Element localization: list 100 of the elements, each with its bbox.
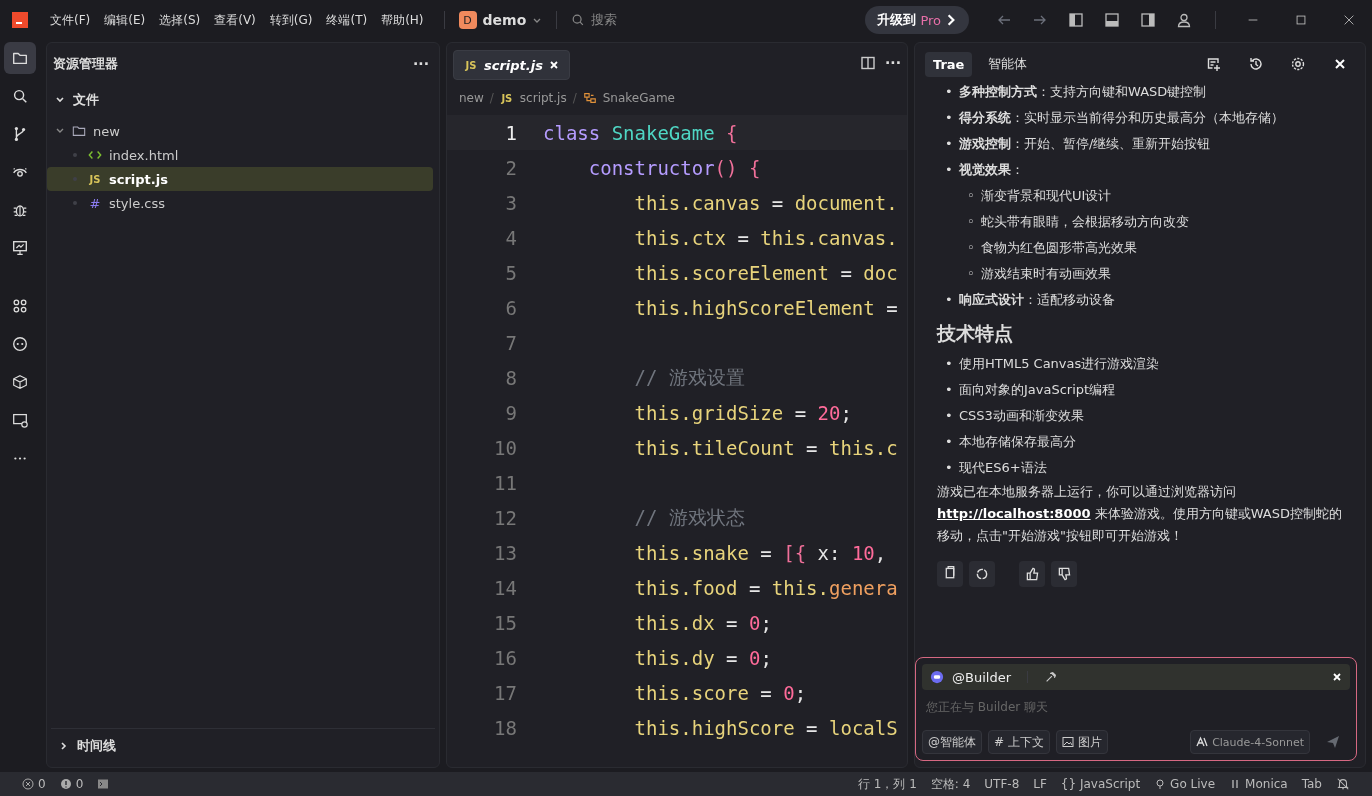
image-icon[interactable] (1061, 736, 1074, 748)
activity-button[interactable] (4, 42, 36, 74)
menu-item[interactable]: 选择(S) (153, 11, 207, 29)
breadcrumb-separator: / (489, 91, 494, 105)
more-button[interactable]: ··· (885, 55, 901, 71)
section-header[interactable]: 时间线 (77, 737, 116, 755)
code-line: this.gridSize = 20; (633, 401, 852, 424)
left-panel-icon[interactable] (1068, 12, 1084, 28)
line-number: 12 (493, 506, 517, 529)
bullet: • (945, 291, 954, 309)
file-name: style.css (109, 195, 165, 211)
list-item-text: 游戏结束时有动画效果 (981, 265, 1111, 283)
tree-item[interactable]: new (47, 119, 433, 143)
language-mode[interactable]: {} JavaScript (1060, 777, 1141, 791)
line-number: 17 (493, 681, 517, 704)
menu-item[interactable]: 文件(F) (44, 11, 97, 29)
menu-item[interactable]: 终端(T) (320, 11, 374, 29)
localhost-link[interactable]: http://localhost:8000 (937, 506, 1091, 521)
menu-item[interactable]: 编辑(E) (98, 11, 152, 29)
history-icon[interactable] (1248, 56, 1264, 72)
file-name: index.html (109, 147, 179, 163)
encoding[interactable]: UTF-8 (984, 777, 1020, 791)
go-live-button[interactable]: Go Live (1170, 777, 1216, 791)
list-item-text: 视觉效果： (959, 161, 1024, 179)
bullet: ◦ (967, 239, 976, 257)
close-icon[interactable] (548, 60, 559, 70)
section-header[interactable]: 文件 (73, 91, 99, 109)
menu-item[interactable]: 查看(V) (208, 11, 262, 29)
error-count[interactable]: 0 (38, 777, 46, 791)
terminal-icon[interactable] (97, 778, 110, 790)
close-icon[interactable] (1342, 13, 1356, 27)
settings-icon[interactable] (1290, 56, 1306, 72)
code-line: this.canvas = document. (633, 191, 898, 214)
search-field[interactable]: 搜索 (591, 11, 618, 29)
broadcast-icon[interactable] (1154, 778, 1167, 790)
chevron-icon[interactable] (55, 95, 65, 105)
list-item-text: 响应式设计：适配移动设备 (959, 291, 1115, 309)
code-line: this.food = this.genera (633, 576, 898, 599)
warning-icon[interactable] (59, 778, 72, 790)
code-line: this.highScore = localS (633, 716, 898, 739)
monica-button[interactable]: Monica (1245, 777, 1288, 791)
bullet: ◦ (967, 213, 976, 231)
tree-item[interactable]: # style.css (47, 191, 433, 215)
menu-item[interactable]: 转到(G) (263, 11, 319, 29)
chat-input-box[interactable]: @Builder 您正在与 Builder 聊天 @智能体 # 上下文 图片 Claude-4-Sonnet (915, 657, 1357, 761)
chevron-icon (945, 14, 957, 26)
folder-icon (72, 124, 86, 138)
breadcrumb-item[interactable]: new (459, 91, 484, 105)
tree-item[interactable]: JS script.js (47, 167, 433, 191)
code-line: this.scoreElement = doc (633, 261, 898, 284)
chevron-icon[interactable] (59, 741, 69, 751)
user-icon[interactable] (1176, 12, 1192, 28)
line-number: 11 (493, 471, 517, 494)
indent-setting[interactable]: 空格: 4 (930, 775, 971, 793)
code-line: class SnakeGame { (543, 121, 738, 144)
chat-input[interactable]: 您正在与 Builder 聊天 (922, 694, 1350, 720)
warning-count[interactable]: 0 (75, 777, 84, 791)
line-number: 10 (493, 436, 517, 459)
code-line: this.ctx = this.canvas. (633, 226, 898, 249)
cursor-position[interactable]: 行 1，列 1 (857, 775, 917, 793)
split-editor-icon[interactable] (860, 55, 877, 71)
tab-button[interactable]: Tab (1301, 777, 1322, 791)
line-number: 1 (504, 121, 517, 144)
chat-tab[interactable]: Trae (925, 51, 973, 77)
file-type-icon: JS (88, 173, 102, 185)
thumbs-up-icon[interactable] (1019, 561, 1045, 587)
breadcrumb-item[interactable]: SnakeGame (602, 91, 675, 105)
file-type-icon: JS (464, 59, 478, 71)
error-icon[interactable] (22, 778, 34, 790)
refresh-icon[interactable] (969, 561, 995, 587)
close-icon[interactable] (1332, 672, 1342, 682)
bottom-panel-icon[interactable] (1104, 12, 1120, 28)
breadcrumb-item[interactable]: script.js (519, 91, 567, 105)
notifications-off-icon[interactable] (1336, 777, 1350, 791)
line-ending[interactable]: LF (1033, 777, 1047, 791)
upgrade-button[interactable]: 升级到 Pro (865, 6, 969, 34)
bullet: • (945, 355, 954, 373)
right-panel-icon[interactable] (1140, 12, 1156, 28)
send-icon[interactable] (1325, 734, 1341, 750)
maximize-icon[interactable] (1294, 13, 1308, 27)
thumbs-down-icon[interactable] (1051, 561, 1077, 587)
line-number: 4 (504, 226, 517, 249)
list-item-text: 本地存储保存最高分 (959, 433, 1076, 451)
line-number: 3 (504, 191, 517, 214)
project-name[interactable]: demo (482, 12, 527, 28)
monitor-chart-icon (11, 239, 29, 257)
new-chat-icon[interactable] (1206, 56, 1222, 72)
chat-tab[interactable]: 智能体 (980, 50, 1036, 78)
code-line: this.tileCount = this.c (633, 436, 898, 459)
search-icon[interactable] (571, 13, 586, 27)
menu-item[interactable]: 帮助(H) (375, 11, 430, 29)
more-button[interactable]: ··· (413, 56, 429, 72)
code-line: this.snake = [{ x: 10, (633, 541, 887, 564)
code-line: this.dx = 0; (633, 611, 772, 634)
tree-item[interactable]: index.html (47, 143, 433, 167)
hammer-icon[interactable] (1044, 670, 1058, 684)
copy-icon[interactable] (937, 561, 963, 587)
project-avatar[interactable]: D (458, 11, 477, 29)
editor-tab[interactable]: JS script.js (453, 50, 570, 80)
line-number: 6 (504, 296, 517, 319)
